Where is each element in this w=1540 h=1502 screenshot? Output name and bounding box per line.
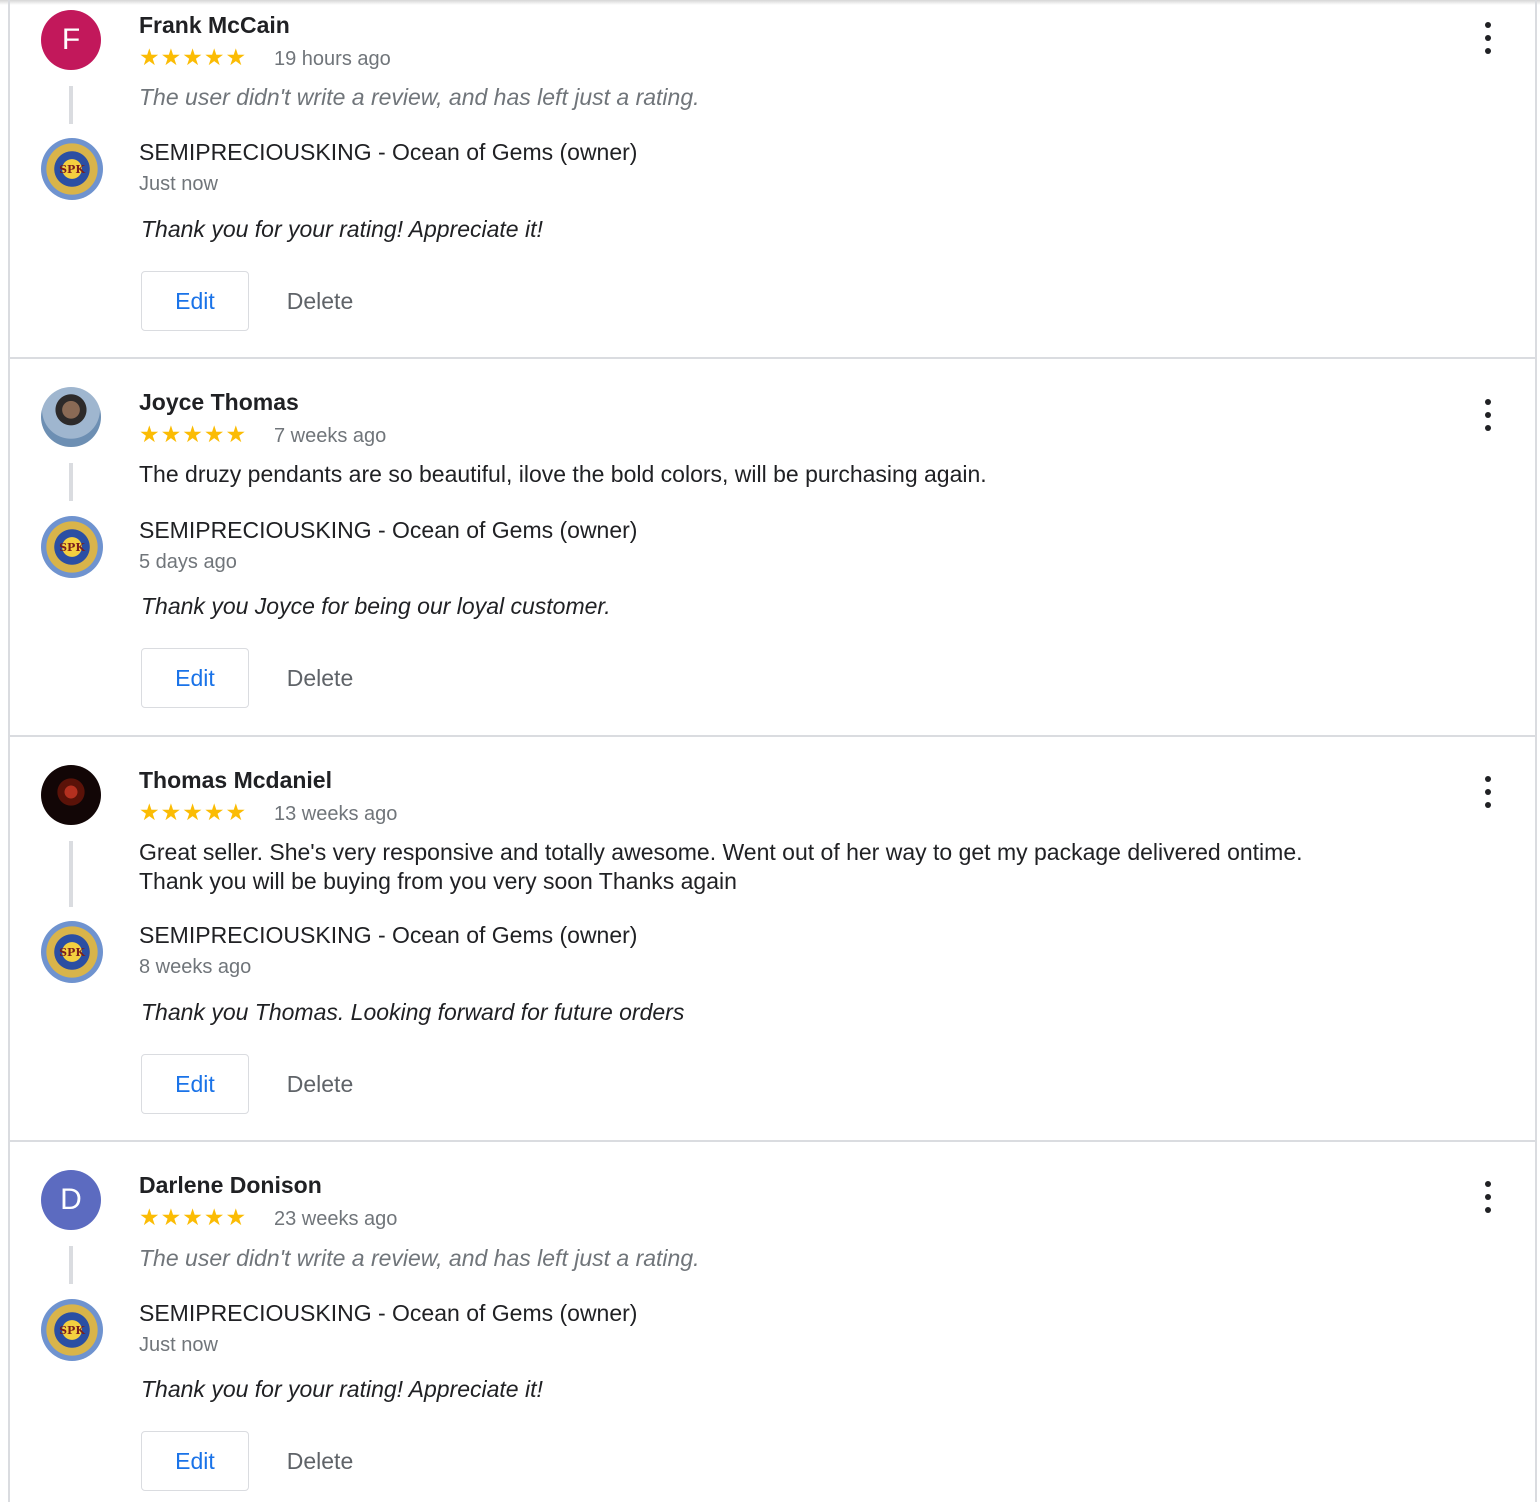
review-text-line: Thank you will be buying from you very s… [139,868,737,894]
reply-time: Just now [139,1334,218,1356]
star-rating: ★★★★★ [139,1204,248,1230]
divider [10,357,1537,359]
delete-button[interactable]: Delete [270,1431,370,1491]
star-rating: ★★★★★ [139,799,248,825]
owner-name: SEMIPRECIOUSKING - Ocean of Gems (owner) [139,1300,638,1326]
more-options-icon[interactable] [1474,399,1502,431]
review-time: 23 weeks ago [274,1208,398,1230]
edit-button[interactable]: Edit [141,1431,249,1491]
more-options-icon[interactable] [1474,1181,1502,1213]
review-text: The user didn't write a review, and has … [139,1245,700,1271]
star-rating: ★★★★★ [139,44,248,70]
owner-reply-text: Thank you Joyce for being our loyal cust… [141,593,611,619]
review-text: Great seller. She's very responsive and … [139,838,1399,896]
owner-reply-text: Thank you Thomas. Looking forward for fu… [141,999,685,1025]
owner-logo: SPK [41,1299,103,1361]
divider [10,1140,1537,1142]
edit-button[interactable]: Edit [141,271,249,331]
avatar[interactable]: D [41,1170,101,1230]
review-time: 7 weeks ago [274,425,387,447]
thread-line [69,86,73,124]
owner-logo-text: SPK [59,1323,85,1337]
divider [10,735,1537,737]
more-options-icon[interactable] [1474,22,1502,54]
delete-button[interactable]: Delete [270,648,370,708]
review-text-line: Great seller. She's very responsive and … [139,839,1303,865]
owner-logo-text: SPK [59,540,85,554]
avatar[interactable] [41,765,101,825]
reviewer-name[interactable]: Thomas Mcdaniel [139,767,332,794]
thread-line [69,463,73,501]
owner-reply-text: Thank you for your rating! Appreciate it… [141,1376,543,1402]
edit-button[interactable]: Edit [141,648,249,708]
owner-logo: SPK [41,138,103,200]
review-time: 19 hours ago [274,48,391,70]
delete-button[interactable]: Delete [270,1054,370,1114]
owner-logo-text: SPK [59,162,85,176]
reviewer-name[interactable]: Darlene Donison [139,1172,322,1199]
star-rating: ★★★★★ [139,421,248,447]
delete-button[interactable]: Delete [270,271,370,331]
review-text: The druzy pendants are so beautiful, ilo… [139,461,987,487]
thread-line [69,841,73,907]
more-options-icon[interactable] [1474,776,1502,808]
owner-name: SEMIPRECIOUSKING - Ocean of Gems (owner) [139,922,638,948]
avatar[interactable]: F [41,10,101,70]
owner-reply-text: Thank you for your rating! Appreciate it… [141,216,543,242]
owner-logo: SPK [41,516,103,578]
reply-time: 8 weeks ago [139,956,252,978]
reviewer-name[interactable]: Frank McCain [139,12,290,39]
review-text: The user didn't write a review, and has … [139,84,700,110]
reviewer-name[interactable]: Joyce Thomas [139,389,299,416]
edit-button[interactable]: Edit [141,1054,249,1114]
owner-logo-text: SPK [59,945,85,959]
review-time: 13 weeks ago [274,803,398,825]
owner-logo: SPK [41,921,103,983]
thread-line [69,1246,73,1284]
reply-time: Just now [139,173,218,195]
owner-name: SEMIPRECIOUSKING - Ocean of Gems (owner) [139,517,638,543]
avatar[interactable] [41,387,101,447]
reply-time: 5 days ago [139,551,237,573]
owner-name: SEMIPRECIOUSKING - Ocean of Gems (owner) [139,139,638,165]
